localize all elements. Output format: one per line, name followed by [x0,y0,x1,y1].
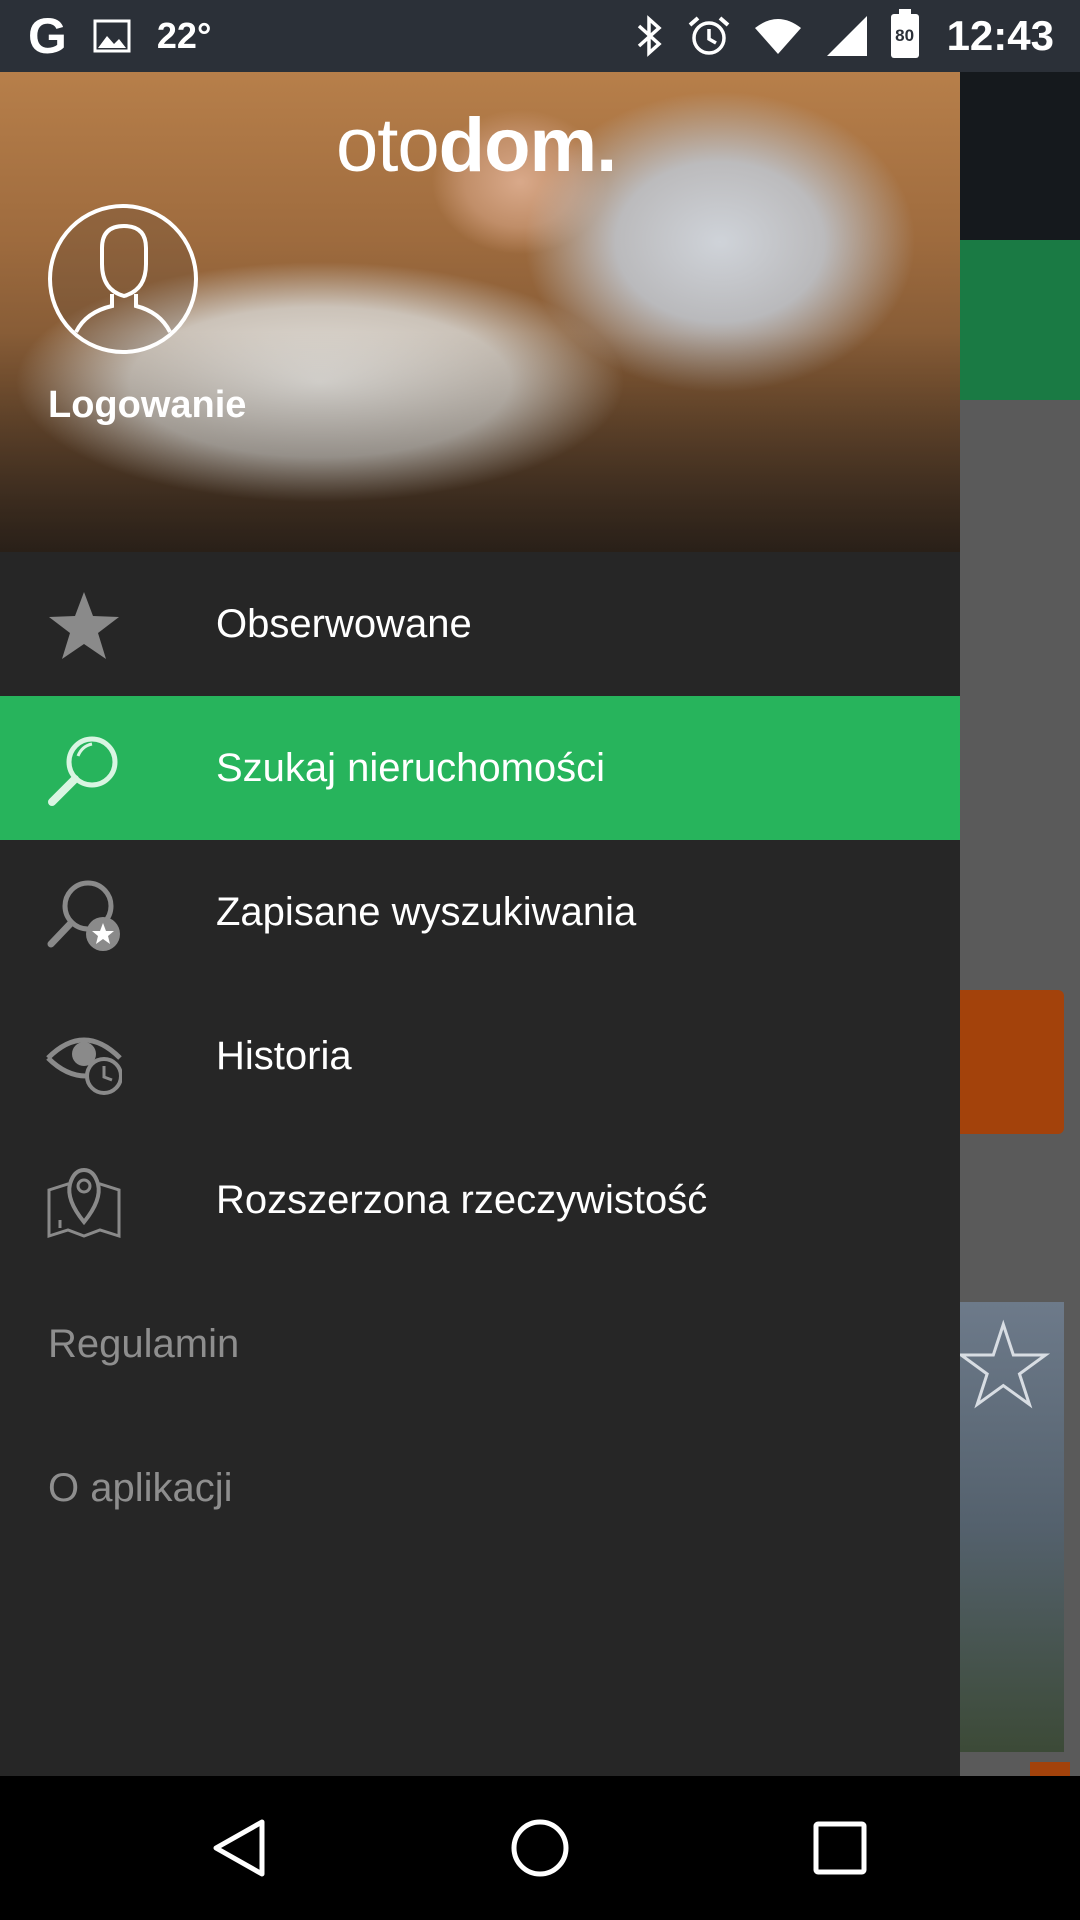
alarm-icon [688,16,729,55]
menu-item-label: Szukaj nieruchomości [216,745,606,790]
menu-item-zapisane-wyszukiwania[interactable]: Zapisane wyszukiwania [0,840,960,984]
drawer-header: otodom. Logowanie [0,72,960,552]
star-icon [49,592,119,659]
navigation-drawer: otodom. Logowanie Obserwowane Szukaj nie… [0,72,960,1776]
signal-icon [826,16,867,56]
bluetooth-icon [637,15,662,57]
about-app-link: O aplikacji [48,1465,233,1510]
menu-item-regulamin[interactable]: Regulamin [0,1272,960,1416]
wifi-icon [754,19,801,54]
back-icon[interactable] [208,1816,272,1880]
battery-level: 80 [895,26,915,45]
recents-icon[interactable] [808,1816,872,1880]
menu-item-label: Rozszerzona rzeczywistość [216,1177,708,1222]
temperature-text: 22° [156,15,212,56]
saved-search-icon [47,880,120,951]
map-pin-icon [47,1167,121,1239]
menu-item-rozszerzona-rzeczywistosc[interactable]: Rozszerzona rzeczywistość [0,1128,960,1272]
battery-icon: 80 [890,9,919,58]
menu-item-o-aplikacji[interactable]: O aplikacji [0,1416,960,1560]
menu-item-label: Zapisane wyszukiwania [216,889,637,934]
login-link[interactable]: Logowanie [48,384,246,427]
background-app-content: ★ [953,72,1080,1800]
user-silhouette-icon [74,223,172,333]
otodom-logo: otodom. [336,103,617,188]
history-eye-icon [46,1037,122,1095]
search-icon [48,736,118,806]
menu-item-label: Historia [216,1033,352,1078]
background-toolbar [960,72,1080,240]
system-navigation-bar [0,1776,1080,1920]
status-bar: G 22° 80 12:43 [0,0,1080,72]
home-icon[interactable] [508,1816,572,1880]
menu-item-obserwowane[interactable]: Obserwowane [0,552,960,696]
google-icon: G [28,8,67,64]
menu-item-historia[interactable]: Historia [0,984,960,1128]
avatar[interactable] [48,204,198,354]
clock-time: 12:43 [946,12,1054,59]
menu-item-szukaj[interactable]: Szukaj nieruchomości [0,696,960,840]
background-orange-button [960,990,1064,1134]
image-icon [93,19,131,53]
background-green-bar [960,240,1080,400]
menu-item-label: Obserwowane [216,601,472,646]
drawer-menu: Obserwowane Szukaj nieruchomości Zapisan… [0,552,960,1560]
background-star-icon: ★ [953,1305,1055,1428]
regulamin-link: Regulamin [48,1321,240,1366]
